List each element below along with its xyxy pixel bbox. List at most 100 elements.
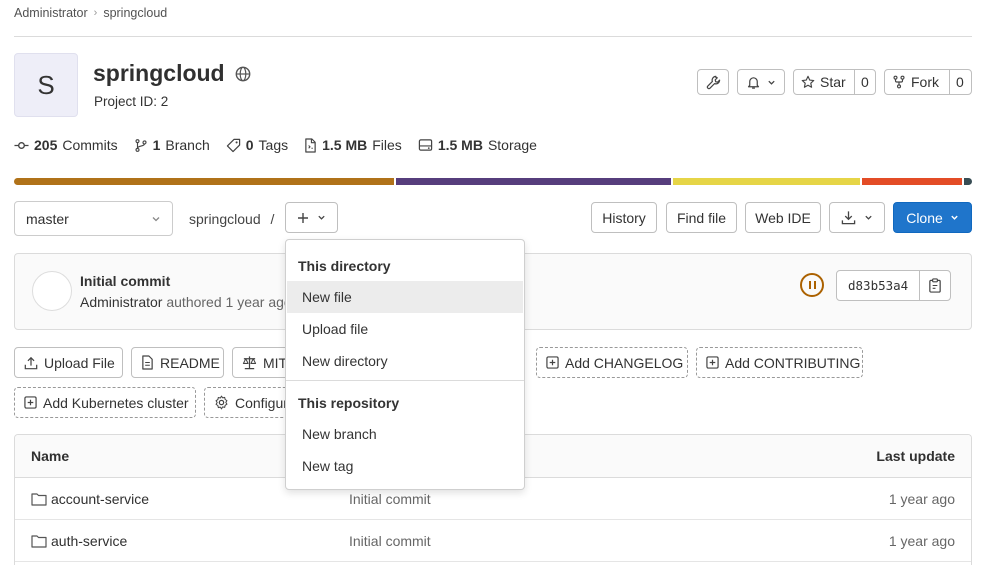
add-kubernetes-button[interactable]: Add Kubernetes cluster bbox=[14, 387, 196, 418]
add-contributing-label: Add CONTRIBUTING bbox=[725, 354, 861, 371]
readme-label: README bbox=[160, 354, 220, 371]
language-segment[interactable] bbox=[964, 178, 972, 185]
project-avatar: S bbox=[14, 53, 78, 117]
fork-button[interactable]: Fork 0 bbox=[884, 69, 972, 95]
upload-icon bbox=[24, 356, 38, 370]
branch-name: master bbox=[26, 210, 69, 227]
project-title: springcloud bbox=[93, 60, 251, 87]
branch-icon bbox=[134, 138, 148, 153]
download-icon bbox=[841, 210, 856, 225]
plus-square-icon bbox=[706, 356, 719, 369]
storage-size: 1.5 MB bbox=[437, 137, 483, 153]
this-directory-header: This directory bbox=[298, 258, 391, 274]
new-directory-item[interactable]: New directory bbox=[287, 345, 523, 377]
commit-sha-group: d83b53a4 bbox=[836, 270, 952, 301]
plus-square-icon bbox=[24, 396, 37, 409]
add-changelog-label: Add CHANGELOG bbox=[565, 354, 684, 371]
header-divider bbox=[14, 36, 972, 37]
breadcrumb-item-namespace[interactable]: Administrator bbox=[14, 6, 88, 20]
clone-button[interactable]: Clone bbox=[893, 202, 972, 233]
branch-selector[interactable]: master bbox=[14, 201, 173, 236]
web-ide-button[interactable]: Web IDE bbox=[745, 202, 821, 233]
plus-square-icon bbox=[546, 356, 559, 369]
notifications-button[interactable] bbox=[737, 69, 785, 95]
file-name-cell[interactable]: account-service bbox=[31, 491, 149, 507]
commit-author[interactable]: Administrator bbox=[80, 294, 162, 310]
upload-file-button[interactable]: Upload File bbox=[14, 347, 123, 378]
project-stats: 205 Commits 1 Branch 0 Tags 1.5 MB Files… bbox=[14, 137, 553, 153]
storage-stat[interactable]: 1.5 MB Storage bbox=[418, 137, 537, 153]
commits-label: Commits bbox=[62, 137, 118, 153]
add-changelog-button[interactable]: Add CHANGELOG bbox=[536, 347, 688, 378]
tags-count: 0 bbox=[245, 137, 254, 153]
repository-languages-bar[interactable] bbox=[14, 178, 972, 185]
scale-icon bbox=[242, 355, 257, 370]
star-count[interactable]: 0 bbox=[854, 70, 875, 94]
readme-button[interactable]: README bbox=[131, 347, 224, 378]
last-update-cell: 1 year ago bbox=[888, 490, 955, 507]
file-name-cell[interactable]: auth-service bbox=[31, 533, 127, 549]
branch-stat[interactable]: 1 Branch bbox=[134, 137, 210, 153]
gear-icon bbox=[214, 395, 229, 410]
breadcrumb-item-project[interactable]: springcloud bbox=[103, 6, 167, 20]
tags-stat[interactable]: 0 Tags bbox=[226, 137, 288, 153]
files-stat[interactable]: 1.5 MB Files bbox=[304, 137, 402, 153]
project-id: Project ID: 2 bbox=[94, 94, 169, 109]
column-name: Name bbox=[31, 448, 70, 464]
path-root[interactable]: springcloud bbox=[189, 211, 261, 227]
upload-file-item[interactable]: Upload file bbox=[287, 313, 523, 345]
star-label: Star bbox=[820, 74, 846, 90]
tags-label: Tags bbox=[258, 137, 289, 153]
commits-stat[interactable]: 205 Commits bbox=[14, 137, 118, 153]
copy-sha-button[interactable] bbox=[919, 271, 950, 300]
language-segment[interactable] bbox=[395, 178, 671, 185]
new-branch-item[interactable]: New branch bbox=[287, 418, 523, 450]
table-row[interactable]: auth-service Initial commit 1 year ago bbox=[15, 520, 971, 562]
add-kubernetes-label: Add Kubernetes cluster bbox=[43, 394, 189, 411]
new-file-item[interactable]: New file bbox=[287, 281, 523, 313]
commit-message-cell[interactable]: Initial commit bbox=[349, 533, 431, 549]
tag-icon bbox=[226, 138, 241, 153]
folder-icon bbox=[31, 534, 47, 548]
folder-icon bbox=[31, 492, 47, 506]
commit-meta: Administrator authored 1 year ago bbox=[80, 294, 292, 310]
chevron-down-icon bbox=[767, 78, 776, 87]
add-to-tree-button[interactable] bbox=[285, 202, 338, 233]
plus-icon bbox=[297, 212, 309, 224]
download-button[interactable] bbox=[829, 202, 885, 233]
author-avatar[interactable] bbox=[32, 271, 72, 311]
commit-message-cell[interactable]: Initial commit bbox=[349, 491, 431, 507]
commit-title[interactable]: Initial commit bbox=[80, 273, 170, 289]
star-action[interactable]: Star bbox=[794, 70, 854, 94]
file-name[interactable]: auth-service bbox=[51, 533, 127, 549]
fork-count[interactable]: 0 bbox=[949, 70, 970, 94]
storage-label: Storage bbox=[487, 137, 537, 153]
dropdown-divider bbox=[286, 380, 524, 381]
fork-label: Fork bbox=[911, 74, 939, 90]
chevron-down-icon bbox=[950, 213, 959, 222]
files-size: 1.5 MB bbox=[322, 137, 368, 153]
language-segment[interactable] bbox=[861, 178, 963, 185]
commits-count: 205 bbox=[34, 137, 58, 153]
language-segment[interactable] bbox=[14, 178, 394, 185]
clone-label: Clone bbox=[906, 209, 943, 226]
storage-icon bbox=[418, 138, 433, 152]
star-button[interactable]: Star 0 bbox=[793, 69, 876, 95]
repo-path: springcloud / bbox=[189, 211, 274, 227]
path-separator: / bbox=[270, 211, 275, 227]
new-tag-item[interactable]: New tag bbox=[287, 450, 523, 482]
bell-icon bbox=[746, 75, 761, 90]
this-repository-header: This repository bbox=[298, 395, 400, 411]
commit-sha[interactable]: d83b53a4 bbox=[837, 271, 919, 300]
fork-action[interactable]: Fork bbox=[885, 70, 949, 94]
last-update-cell: 1 year ago bbox=[888, 532, 955, 549]
add-contributing-button[interactable]: Add CONTRIBUTING bbox=[696, 347, 863, 378]
language-segment[interactable] bbox=[672, 178, 860, 185]
breadcrumb: Administrator › springcloud bbox=[14, 6, 167, 20]
file-name[interactable]: account-service bbox=[51, 491, 149, 507]
find-file-button[interactable]: Find file bbox=[666, 202, 737, 233]
pipeline-paused-icon[interactable] bbox=[800, 273, 824, 297]
settings-button[interactable] bbox=[697, 69, 729, 95]
history-button[interactable]: History bbox=[591, 202, 657, 233]
chevron-down-icon bbox=[317, 213, 326, 222]
